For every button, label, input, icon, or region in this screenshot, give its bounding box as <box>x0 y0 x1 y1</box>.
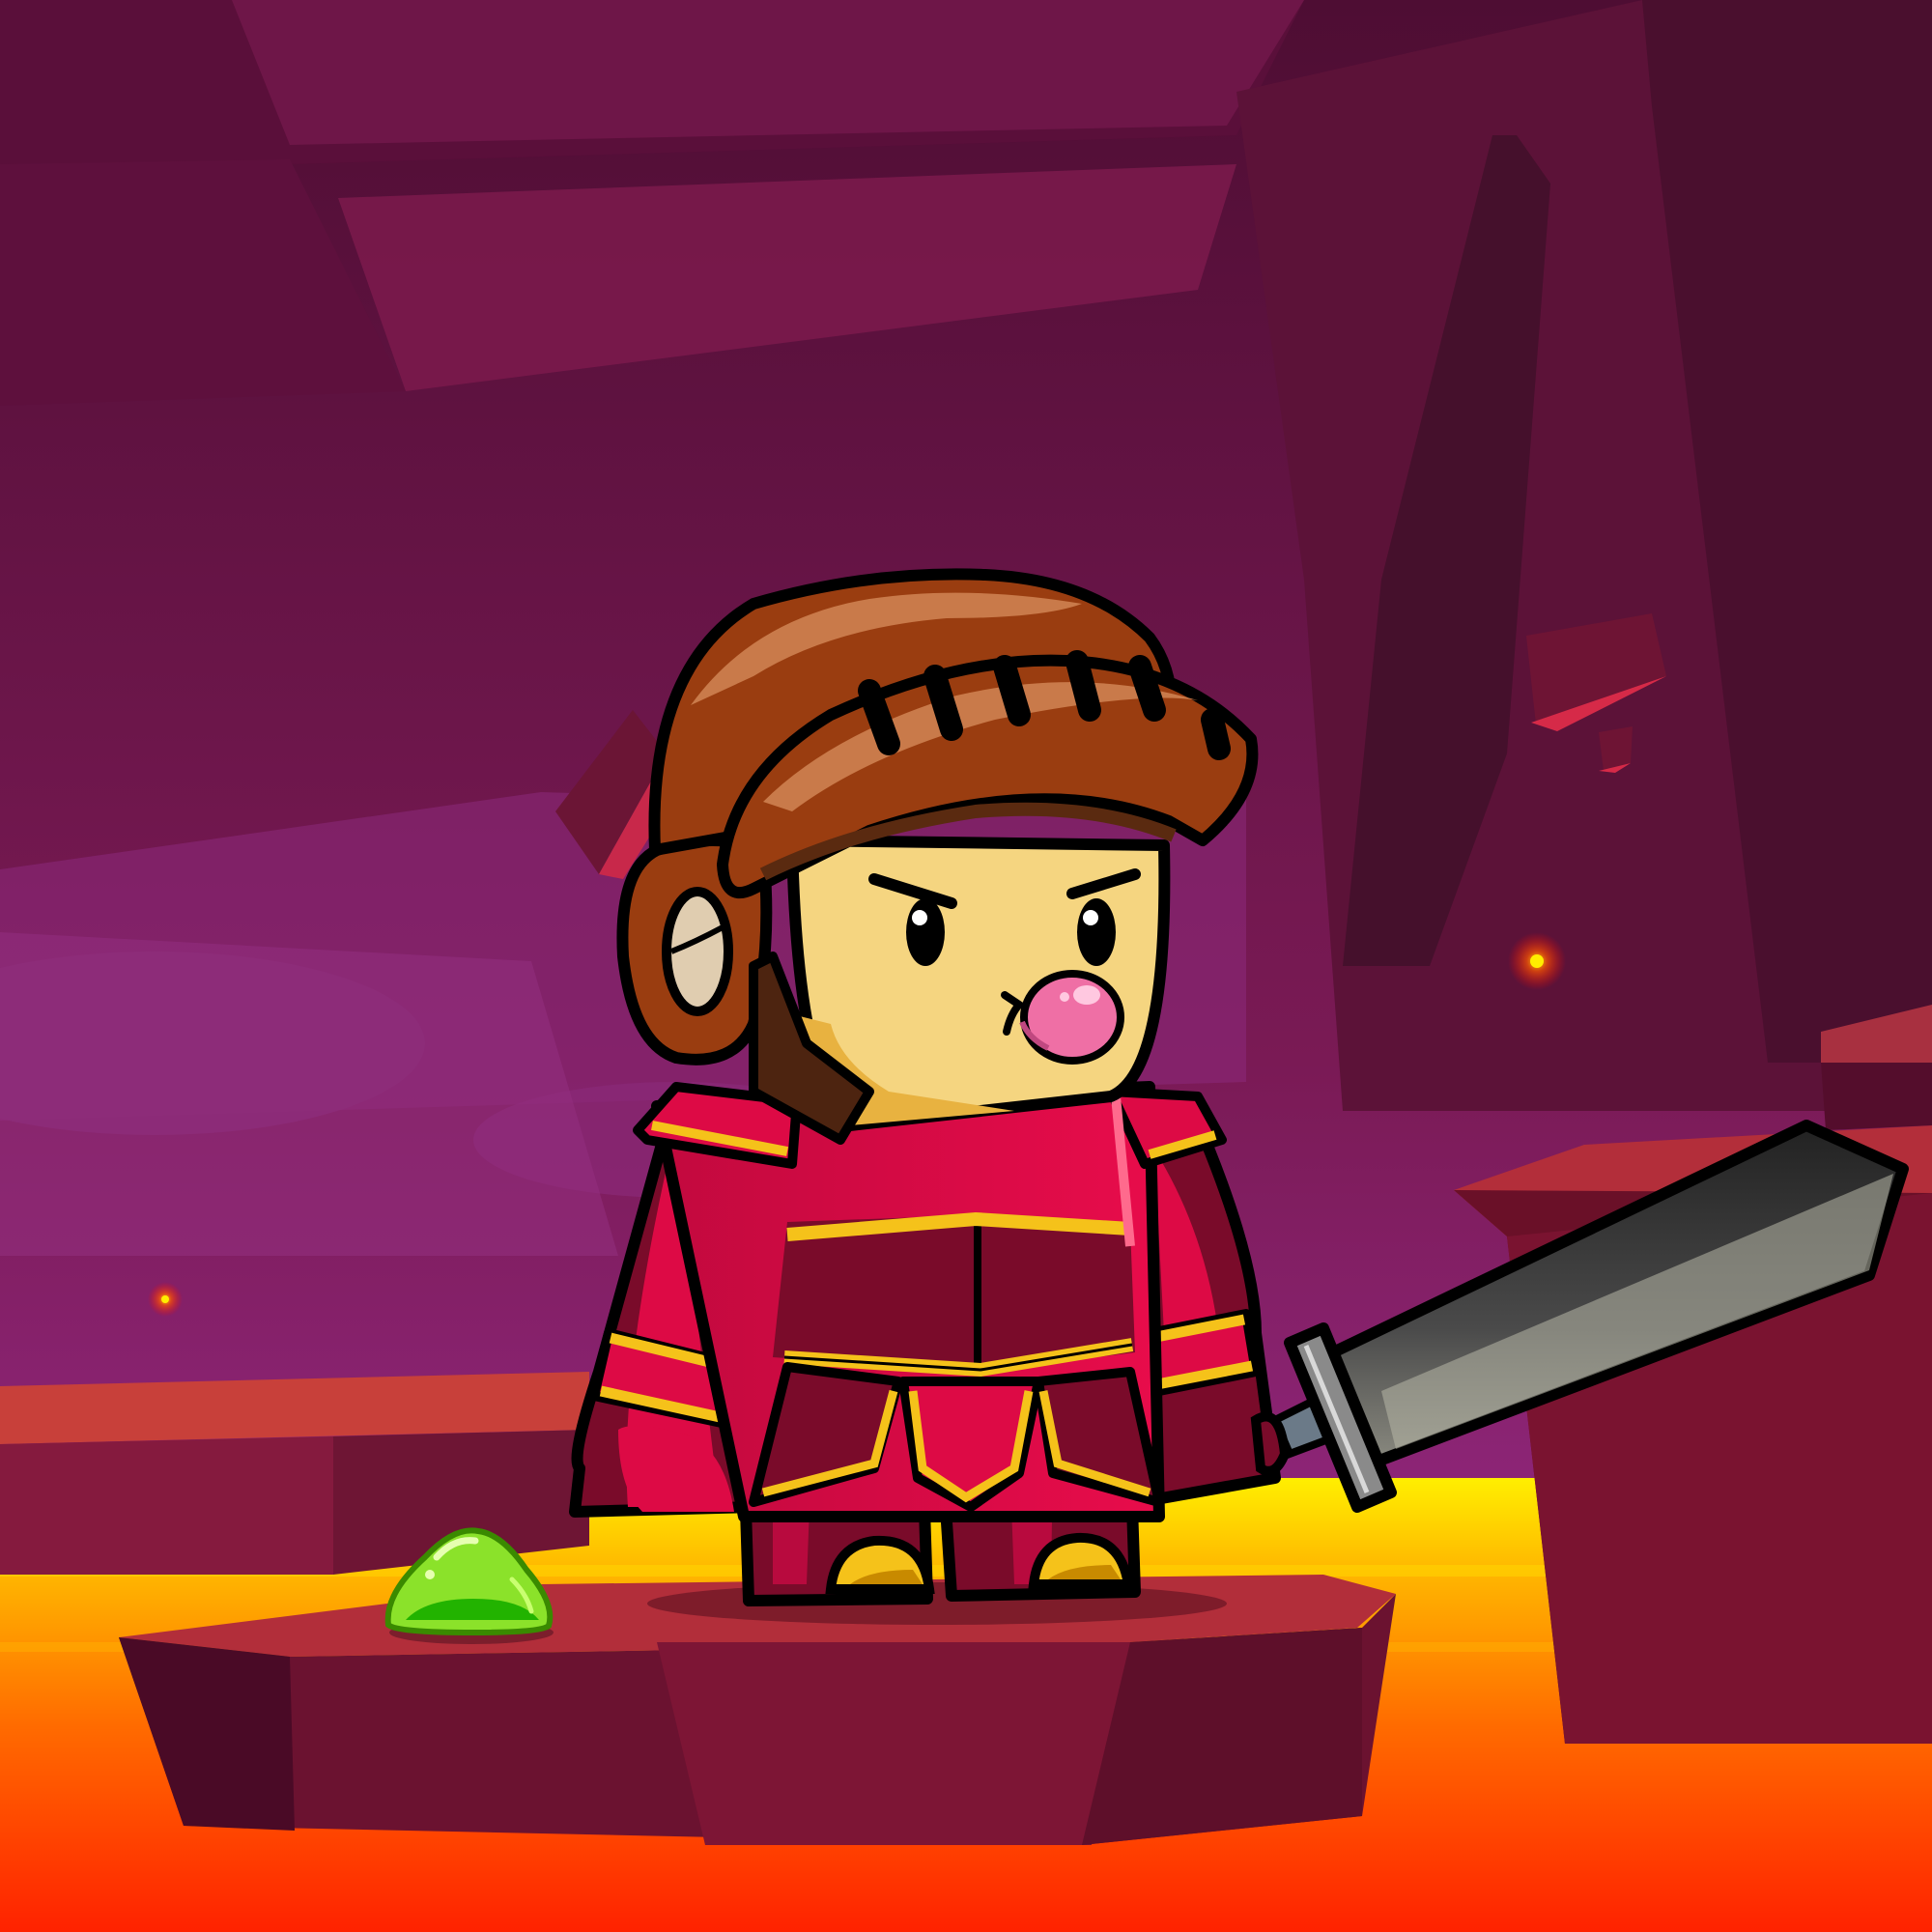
ember-spark <box>1508 932 1566 990</box>
left-eye <box>906 898 945 966</box>
game-scene <box>0 0 1932 1932</box>
ember-spark <box>148 1282 183 1317</box>
right-eye <box>1077 898 1116 966</box>
